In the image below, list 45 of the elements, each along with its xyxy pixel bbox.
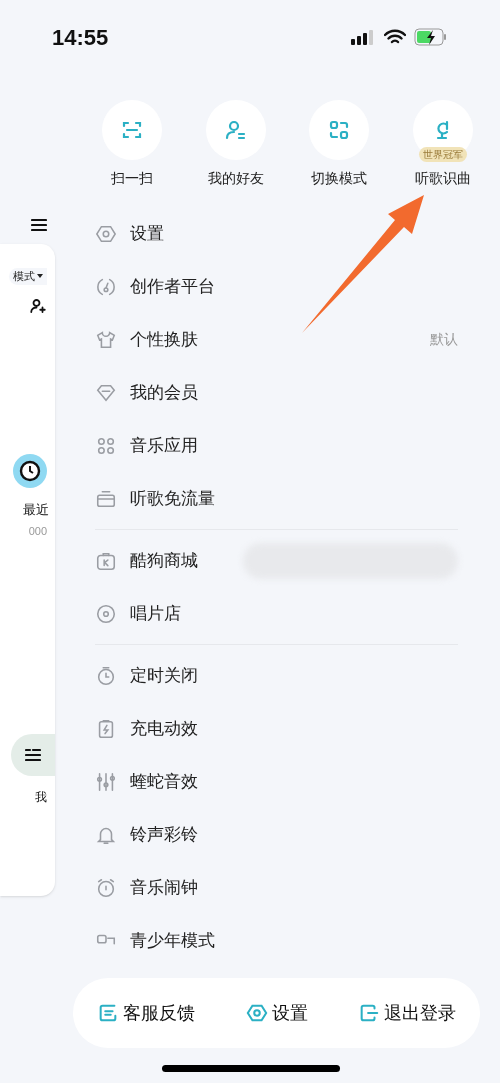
status-time: 14:55 xyxy=(52,23,109,52)
quick-action[interactable]: 切换模式 xyxy=(294,100,385,189)
alarm-clock-icon xyxy=(95,876,117,899)
menu-item[interactable]: 蝰蛇音效 xyxy=(95,755,458,808)
menu-icon[interactable] xyxy=(31,218,47,232)
caret-icon xyxy=(37,274,43,279)
playlist-icon xyxy=(25,747,41,762)
mode-selector[interactable]: 模式 xyxy=(9,268,47,285)
menu-item[interactable]: 创作者平台 xyxy=(95,260,458,313)
clock-icon[interactable] xyxy=(13,453,47,488)
menu-item[interactable]: 设置 xyxy=(95,207,458,260)
settings-icon xyxy=(245,1002,268,1024)
menu-item[interactable]: 个性换肤 默认 xyxy=(95,313,458,366)
menu-item-value: 默认 xyxy=(430,330,458,349)
feedback-icon xyxy=(97,1002,119,1024)
add-friend-icon[interactable] xyxy=(29,296,47,315)
menu-item[interactable]: 听歌免流量 xyxy=(95,472,458,525)
badge: 世界冠军 xyxy=(418,147,467,162)
recent-label: 最近 xyxy=(23,500,49,519)
menu-item[interactable]: 唱片店 xyxy=(95,587,458,640)
logout-icon xyxy=(358,1002,380,1024)
menu-item[interactable]: 我的会员 xyxy=(95,366,458,419)
person-icon xyxy=(223,118,248,142)
menu-item[interactable]: 铃声彩铃 xyxy=(95,808,458,861)
quick-action[interactable]: 扫一扫 xyxy=(87,100,177,189)
wifi-icon xyxy=(384,29,406,45)
menu-item[interactable]: 青少年模式 xyxy=(95,914,458,967)
menu-item[interactable]: 音乐闹钟 xyxy=(95,861,458,914)
recent-count: 000 xyxy=(28,524,47,539)
bottom-action[interactable]: 退出登录 xyxy=(358,999,456,1027)
signal-icon xyxy=(350,29,376,45)
me-tab[interactable]: 我 xyxy=(35,787,47,806)
bottom-action[interactable]: 客服反馈 xyxy=(97,999,195,1027)
menu-item[interactable]: 酷狗商城 xyxy=(95,534,458,587)
bottom-action[interactable]: 设置 xyxy=(245,999,308,1027)
menu-item[interactable]: 定时关闭 xyxy=(95,649,458,702)
battery-charging-icon xyxy=(414,28,448,46)
timer-icon xyxy=(95,664,117,687)
disc-icon xyxy=(95,602,117,625)
menu-item[interactable]: 音乐应用 xyxy=(95,419,458,472)
quick-action[interactable]: 世界冠军 听歌识曲 xyxy=(397,100,488,189)
equalizer-icon xyxy=(95,770,117,793)
quick-action[interactable]: 我的好友 xyxy=(190,100,281,189)
menu-item[interactable]: 充电动效 xyxy=(95,702,458,755)
playlist-button[interactable] xyxy=(11,733,55,776)
